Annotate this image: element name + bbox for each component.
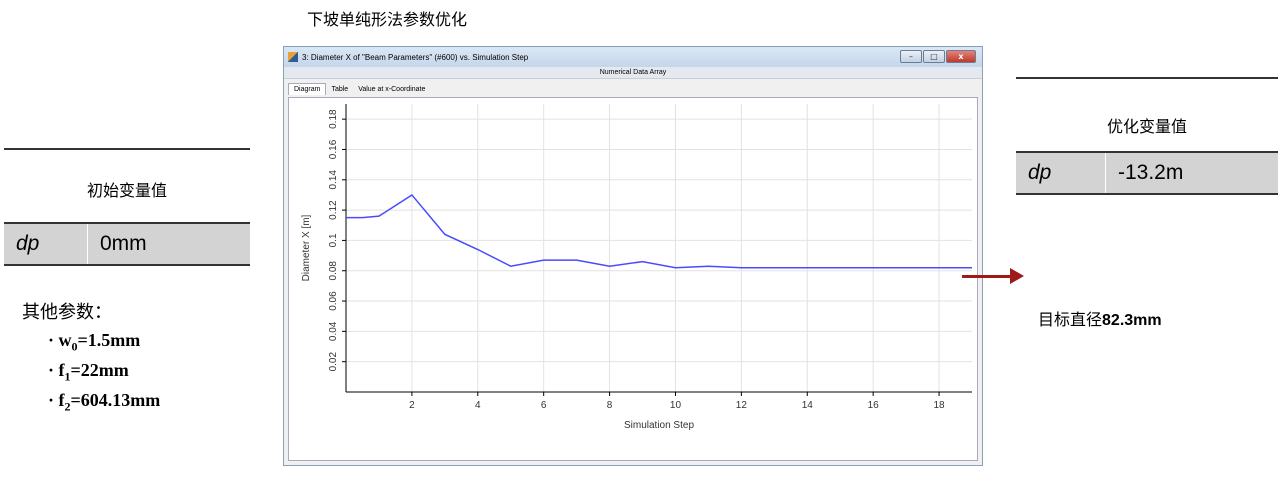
x-tick-label: 18 bbox=[933, 400, 945, 411]
close-button[interactable]: x bbox=[946, 50, 976, 63]
param-f1: · f1=22mm bbox=[48, 360, 129, 385]
param-symbol: w bbox=[58, 330, 72, 350]
initial-var-value: 0mm bbox=[100, 232, 147, 255]
page-title: 下坡单纯形法参数优化 bbox=[307, 10, 468, 29]
chart-window: 3: Diameter X of "Beam Parameters" (#600… bbox=[283, 46, 983, 466]
line-chart: 2 4 6 8 10 12 14 16 18 0.02 0.04 0.06 0.08 0.1 0.12 0.1… bbox=[301, 104, 972, 431]
arrow-shaft bbox=[962, 275, 1012, 278]
other-params-label: 其他参数： bbox=[22, 302, 112, 323]
y-tick-label: 0.02 bbox=[328, 352, 339, 372]
target-value: 82.3mm bbox=[1102, 312, 1162, 329]
x-axis-label: Simulation Step bbox=[624, 420, 694, 431]
x-tick-label: 6 bbox=[541, 400, 547, 411]
y-tick-label: 0.06 bbox=[328, 291, 339, 311]
param-f2: · f2=604.13mm bbox=[48, 390, 160, 415]
series-line bbox=[346, 193, 972, 269]
optimized-heading: 优化变量值 bbox=[1106, 117, 1187, 136]
tab-bar: Diagram Table Value at x-Coordinate bbox=[284, 79, 982, 95]
y-tick-label: 0.16 bbox=[328, 139, 339, 159]
initial-heading: 初始变量值 bbox=[86, 181, 167, 200]
optimized-var-value: -13.2m bbox=[1118, 161, 1184, 184]
y-tick-label: 0.12 bbox=[328, 200, 339, 220]
arrow-head-icon bbox=[1010, 268, 1024, 284]
tab-table[interactable]: Table bbox=[326, 84, 353, 95]
y-tick-label: 0.14 bbox=[328, 170, 339, 190]
param-w0: · w0=1.5mm bbox=[48, 330, 140, 355]
app-icon bbox=[288, 52, 298, 62]
param-rest: =604.13mm bbox=[70, 390, 161, 410]
optimized-var-name: dp bbox=[1016, 153, 1106, 193]
initial-top-rule bbox=[4, 148, 250, 150]
window-title: 3: Diameter X of "Beam Parameters" (#600… bbox=[302, 52, 529, 62]
x-tick-label: 14 bbox=[802, 400, 814, 411]
y-tick-label: 0.08 bbox=[328, 261, 339, 281]
y-axis-label: Diameter X [m] bbox=[301, 214, 312, 281]
optimized-top-rule bbox=[1016, 77, 1278, 79]
param-bullet: · bbox=[48, 390, 59, 410]
window-titlebar[interactable]: 3: Diameter X of "Beam Parameters" (#600… bbox=[284, 47, 982, 67]
window-subtitle: Numerical Data Array bbox=[284, 67, 982, 79]
param-rest: =1.5mm bbox=[77, 330, 141, 350]
minimize-button[interactable]: – bbox=[900, 50, 922, 63]
tab-value-at-x[interactable]: Value at x-Coordinate bbox=[353, 84, 430, 95]
x-tick-label: 8 bbox=[607, 400, 613, 411]
param-rest: =22mm bbox=[70, 360, 129, 380]
x-tick-label: 4 bbox=[475, 400, 481, 411]
target-label: 目标直径 bbox=[1038, 310, 1103, 329]
window-controls: – □ x bbox=[900, 50, 976, 63]
x-tick-label: 16 bbox=[868, 400, 880, 411]
y-tick-label: 0.1 bbox=[328, 233, 339, 247]
x-tick-label: 2 bbox=[409, 400, 415, 411]
initial-var-table: dp 0mm bbox=[4, 222, 250, 266]
param-bullet: · bbox=[48, 330, 59, 350]
optimized-var-table: dp -13.2m bbox=[1016, 151, 1278, 195]
tab-diagram[interactable]: Diagram bbox=[288, 83, 327, 95]
plot-area: 2 4 6 8 10 12 14 16 18 0.02 0.04 0.06 0.08 0.1 0.12 0.1… bbox=[288, 97, 978, 461]
y-tick-label: 0.04 bbox=[328, 321, 339, 341]
y-tick-label: 0.18 bbox=[328, 109, 339, 129]
target-diameter: 目标直径82.3mm bbox=[1038, 306, 1162, 330]
x-tick-label: 10 bbox=[670, 400, 682, 411]
param-bullet: · bbox=[48, 360, 59, 380]
x-tick-label: 12 bbox=[736, 400, 748, 411]
maximize-button[interactable]: □ bbox=[923, 50, 945, 63]
initial-var-name: dp bbox=[4, 224, 88, 264]
